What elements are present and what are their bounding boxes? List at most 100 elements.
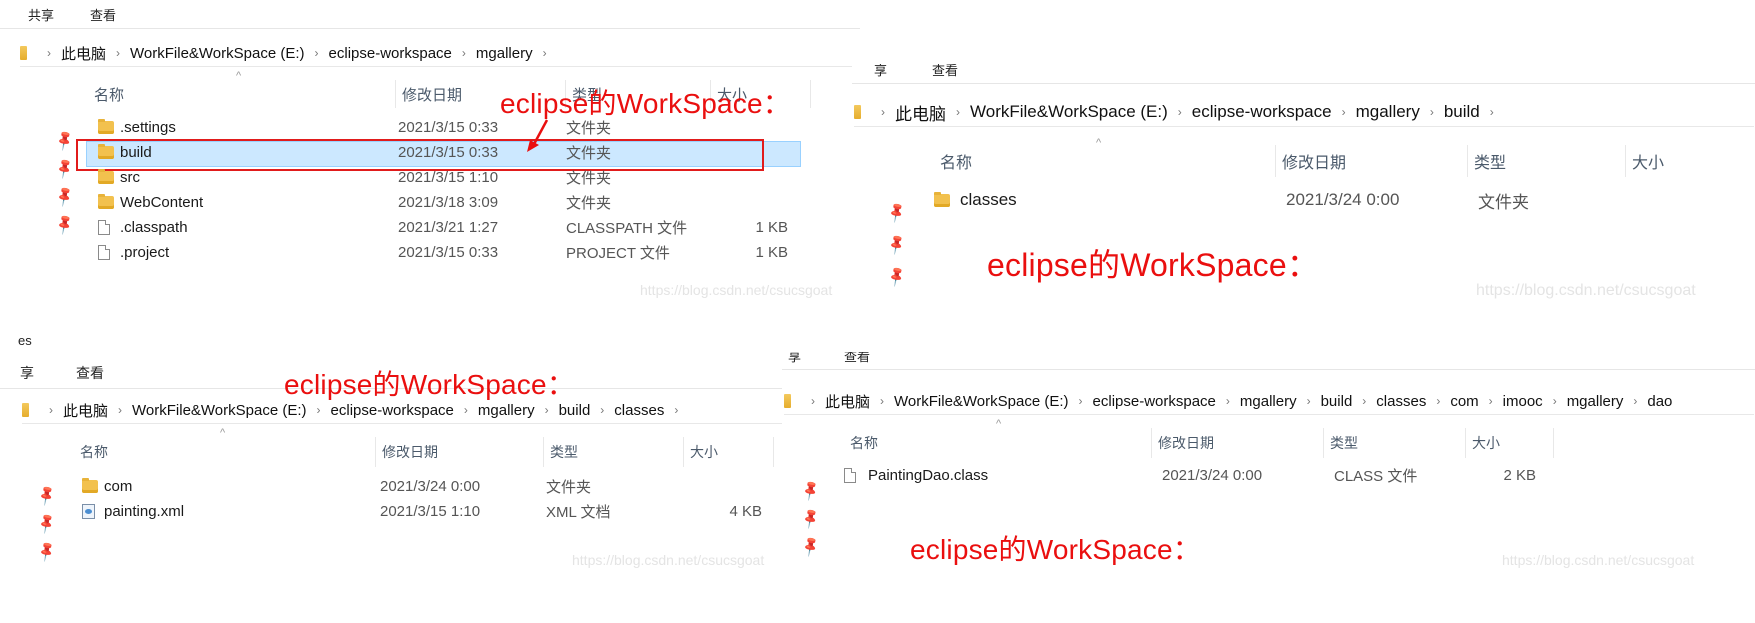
header-type[interactable]: 类型 (544, 437, 684, 467)
pin-icon[interactable]: 📌 (885, 201, 909, 225)
chevron-right-icon[interactable]: › (116, 46, 120, 60)
pin-icon[interactable]: 📌 (53, 185, 77, 209)
ribbon-tab-view[interactable]: 查看 (844, 352, 870, 365)
chevron-right-icon[interactable]: › (880, 394, 884, 408)
breadcrumb-item[interactable]: 此电脑 (63, 400, 108, 421)
header-type[interactable]: 类型 (1324, 428, 1466, 458)
breadcrumb-item[interactable]: WorkFile&WorkSpace (E:) (132, 402, 307, 419)
breadcrumb-item[interactable]: 此电脑 (895, 100, 946, 125)
file-row[interactable]: build 2021/3/15 0:33 文件夹 (98, 140, 788, 165)
header-size[interactable]: 大小 (1626, 145, 1744, 177)
pin-icon[interactable]: 📌 (799, 479, 823, 503)
breadcrumb-item[interactable]: dao (1647, 393, 1672, 410)
pin-icon[interactable]: 📌 (53, 157, 77, 181)
breadcrumb-item[interactable]: WorkFile&WorkSpace (E:) (130, 45, 305, 62)
chevron-right-icon[interactable]: › (1490, 105, 1494, 119)
breadcrumb-item[interactable]: build (1321, 393, 1353, 410)
breadcrumb[interactable]: › 此电脑 › WorkFile&WorkSpace (E:) › eclipse-wor… (854, 98, 1754, 127)
chevron-right-icon[interactable]: › (1633, 394, 1637, 408)
file-row[interactable]: .project 2021/3/15 0:33 PROJECT 文件 1 KB (98, 240, 788, 265)
pin-icon[interactable]: 📌 (53, 213, 77, 237)
breadcrumb-item[interactable]: WorkFile&WorkSpace (E:) (894, 393, 1069, 410)
breadcrumb-item[interactable]: mgallery (1240, 393, 1297, 410)
ribbon-tab-share[interactable]: 享 (788, 352, 801, 365)
chevron-right-icon[interactable]: › (49, 403, 53, 417)
breadcrumb-item[interactable]: eclipse-workspace (1093, 393, 1216, 410)
breadcrumb-item[interactable]: WorkFile&WorkSpace (E:) (970, 102, 1168, 122)
file-row[interactable]: com 2021/3/24 0:00 文件夹 (82, 474, 762, 499)
chevron-right-icon[interactable]: › (315, 46, 319, 60)
header-modified[interactable]: 修改日期 (1152, 428, 1324, 458)
header-modified[interactable]: 修改日期 (1276, 145, 1468, 177)
header-type[interactable]: 类型 (1468, 145, 1626, 177)
file-row[interactable]: WebContent 2021/3/18 3:09 文件夹 (98, 190, 788, 215)
chevron-right-icon[interactable]: › (1307, 394, 1311, 408)
chevron-right-icon[interactable]: › (543, 46, 547, 60)
breadcrumb-item[interactable]: mgallery (478, 402, 535, 419)
breadcrumb-item[interactable]: mgallery (1567, 393, 1624, 410)
pin-icon[interactable]: 📌 (35, 512, 59, 536)
breadcrumb-item[interactable]: eclipse-workspace (1192, 102, 1332, 122)
chevron-right-icon[interactable]: › (1362, 394, 1366, 408)
header-modified[interactable]: 修改日期 (376, 437, 544, 467)
pin-icon[interactable]: 📌 (799, 535, 823, 559)
pin-icon[interactable]: 📌 (799, 507, 823, 531)
ribbon-tab-share[interactable]: 共享 (28, 5, 54, 24)
chevron-right-icon[interactable]: › (317, 403, 321, 417)
chevron-right-icon[interactable]: › (811, 394, 815, 408)
chevron-right-icon[interactable]: › (1553, 394, 1557, 408)
chevron-right-icon[interactable]: › (47, 46, 51, 60)
chevron-right-icon[interactable]: › (881, 105, 885, 119)
chevron-right-icon[interactable]: › (1430, 105, 1434, 119)
chevron-right-icon[interactable]: › (674, 403, 678, 417)
file-row[interactable]: PaintingDao.class 2021/3/24 0:00 CLASS 文件 2… (844, 463, 1536, 488)
ribbon-tab-view[interactable]: 查看 (90, 5, 116, 24)
breadcrumb[interactable]: › 此电脑 › WorkFile&WorkSpace (E:) › eclipse-wor… (784, 388, 1754, 415)
chevron-right-icon[interactable]: › (1079, 394, 1083, 408)
ribbon-tab-view[interactable]: 查看 (76, 363, 104, 383)
breadcrumb-item[interactable]: classes (614, 402, 664, 419)
pin-icon[interactable]: 📌 (885, 265, 909, 289)
pin-icon[interactable]: 📌 (53, 129, 77, 153)
pin-icon[interactable]: 📌 (35, 540, 59, 564)
file-row[interactable]: painting.xml 2021/3/15 1:10 XML 文档 4 KB (82, 499, 762, 524)
chevron-right-icon[interactable]: › (545, 403, 549, 417)
chevron-right-icon[interactable]: › (956, 105, 960, 119)
chevron-right-icon[interactable]: › (1342, 105, 1346, 119)
breadcrumb-item[interactable]: 此电脑 (825, 391, 870, 412)
chevron-right-icon[interactable]: › (1178, 105, 1182, 119)
chevron-right-icon[interactable]: › (1436, 394, 1440, 408)
breadcrumb-item[interactable]: 此电脑 (61, 43, 106, 64)
breadcrumb-item[interactable]: build (1444, 102, 1480, 122)
header-size[interactable]: 大小 (684, 437, 774, 467)
chevron-right-icon[interactable]: › (1489, 394, 1493, 408)
ribbon-tab-share[interactable]: 享 (20, 363, 34, 383)
breadcrumb-item[interactable]: eclipse-workspace (329, 45, 452, 62)
file-row[interactable]: classes 2021/3/24 0:00 文件夹 (934, 184, 1634, 216)
chevron-right-icon[interactable]: › (464, 403, 468, 417)
file-row[interactable]: src 2021/3/15 1:10 文件夹 (98, 165, 788, 190)
chevron-right-icon[interactable]: › (118, 403, 122, 417)
breadcrumb-item[interactable]: build (559, 402, 591, 419)
ribbon-tab-share[interactable]: 享 (874, 64, 887, 79)
breadcrumb-item[interactable]: classes (1376, 393, 1426, 410)
chevron-right-icon[interactable]: › (600, 403, 604, 417)
ribbon-tab-view[interactable]: 查看 (932, 64, 958, 79)
breadcrumb-item[interactable]: mgallery (1356, 102, 1420, 122)
chevron-right-icon[interactable]: › (1226, 394, 1230, 408)
file-row[interactable]: .classpath 2021/3/21 1:27 CLASSPATH 文件 1 KB (98, 215, 788, 240)
header-name[interactable]: 名称 (934, 145, 1276, 177)
header-name[interactable]: 名称 (844, 428, 1152, 458)
chevron-right-icon[interactable]: › (462, 46, 466, 60)
pin-icon[interactable]: 📌 (885, 233, 909, 257)
pin-icon[interactable]: 📌 (35, 484, 59, 508)
breadcrumb-item[interactable]: com (1450, 393, 1478, 410)
breadcrumb-item[interactable]: mgallery (476, 45, 533, 62)
header-name[interactable]: 名称 (88, 80, 396, 108)
cell-type: CLASSPATH 文件 (566, 220, 688, 237)
header-size[interactable]: 大小 (1466, 428, 1554, 458)
breadcrumb-item[interactable]: imooc (1503, 393, 1543, 410)
breadcrumb[interactable]: › 此电脑 › WorkFile&WorkSpace (E:) › eclipse-wor… (20, 40, 860, 67)
breadcrumb-item[interactable]: eclipse-workspace (331, 402, 454, 419)
header-name[interactable]: 名称 (74, 437, 376, 467)
